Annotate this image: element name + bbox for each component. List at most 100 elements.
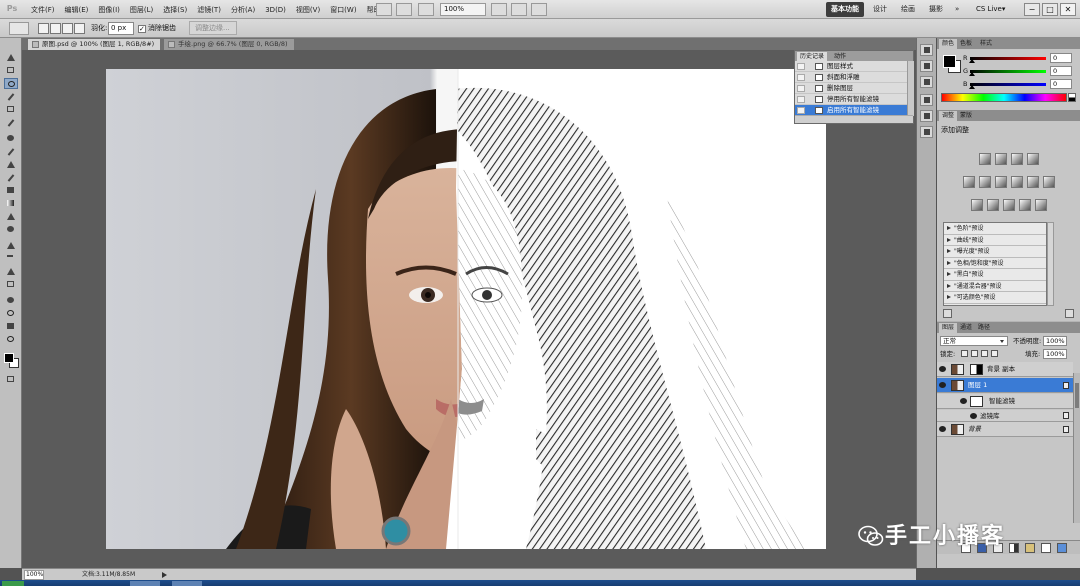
- curves-icon[interactable]: [1010, 153, 1023, 165]
- lock-transparency-icon[interactable]: [961, 350, 968, 357]
- blue-value-input[interactable]: 0: [1050, 79, 1072, 89]
- type-tool-icon[interactable]: [4, 253, 18, 264]
- lock-position-icon[interactable]: [981, 350, 988, 357]
- color-spectrum-bar[interactable]: [941, 93, 1067, 102]
- workspace-design[interactable]: 设计: [868, 2, 892, 17]
- history-step[interactable]: 斜面和浮雕: [795, 72, 907, 83]
- hand-tool-icon[interactable]: [4, 321, 18, 332]
- new-adjustment-layer-icon[interactable]: [1009, 543, 1019, 553]
- tab-layers[interactable]: 图层: [939, 323, 958, 333]
- character-panel-icon[interactable]: [920, 110, 933, 122]
- workspace-essentials[interactable]: 基本功能: [826, 2, 864, 17]
- smart-filter-mask-thumbnail[interactable]: [970, 396, 983, 407]
- foreground-color-swatch[interactable]: [943, 55, 956, 68]
- layer-1-selected[interactable]: 图层 1: [937, 378, 1073, 393]
- levels-icon[interactable]: [994, 153, 1007, 165]
- blue-channel-slider[interactable]: B 0: [963, 79, 1078, 89]
- red-thumb[interactable]: [969, 59, 975, 63]
- expand-triangle-icon[interactable]: [947, 295, 951, 299]
- foreground-color-swatch[interactable]: [4, 353, 14, 363]
- zoom-tool-icon[interactable]: [4, 334, 18, 345]
- tab-history[interactable]: 历史记录: [797, 52, 828, 61]
- menu-select[interactable]: 选择(S): [158, 5, 192, 15]
- blur-tool-icon[interactable]: [4, 211, 18, 222]
- path-selection-tool-icon[interactable]: [4, 266, 18, 277]
- history-brush-source-icon[interactable]: [797, 96, 805, 103]
- view-extras-icon[interactable]: [418, 3, 434, 16]
- layer-visibility-eye-icon[interactable]: [939, 366, 946, 372]
- expand-triangle-icon[interactable]: [947, 226, 951, 230]
- tab-sketch-png[interactable]: 手绘.png @ 66.7% (图层 0, RGB/8): [164, 39, 294, 50]
- history-brush-tool-icon[interactable]: [4, 172, 18, 183]
- expand-triangle-icon[interactable]: [947, 237, 951, 242]
- tab-paths[interactable]: 路径: [975, 323, 993, 333]
- subtract-selection-icon[interactable]: [62, 23, 73, 34]
- paragraph-panel-icon[interactable]: [920, 126, 933, 138]
- red-channel-slider[interactable]: R 0: [963, 53, 1078, 63]
- tab-color[interactable]: 颜色: [939, 39, 958, 49]
- red-track[interactable]: [970, 57, 1046, 60]
- history-brush-source-icon[interactable]: [797, 74, 805, 81]
- close-tab-icon[interactable]: [168, 41, 175, 48]
- history-step[interactable]: 图层样式: [795, 61, 907, 72]
- pen-tool-icon[interactable]: [4, 240, 18, 251]
- history-brush-source-icon[interactable]: [797, 85, 805, 92]
- selective-color-icon[interactable]: [1034, 199, 1047, 211]
- layer-background[interactable]: 背景: [937, 422, 1073, 437]
- blend-mode-select[interactable]: 正常: [940, 336, 1008, 346]
- crop-tool-icon[interactable]: [4, 104, 18, 115]
- layer-visibility-eye-icon[interactable]: [939, 426, 946, 432]
- lasso-tool-preset-icon[interactable]: [9, 22, 29, 35]
- menu-file[interactable]: 文件(F): [26, 5, 60, 15]
- preset-exposure[interactable]: "曝光度"预设: [944, 246, 1046, 258]
- tab-channels[interactable]: 通道: [957, 323, 975, 333]
- red-value-input[interactable]: 0: [1050, 53, 1072, 63]
- actions-panel-icon[interactable]: [920, 60, 933, 72]
- posterize-icon[interactable]: [986, 199, 999, 211]
- history-step[interactable]: 删除图层: [795, 83, 907, 94]
- maximize-button[interactable]: □: [1042, 3, 1058, 16]
- taskbar-app-button[interactable]: [172, 581, 202, 586]
- lock-all-icon[interactable]: [991, 350, 998, 357]
- layers-scroll-thumb[interactable]: [1075, 383, 1079, 408]
- filter-visibility-eye-icon[interactable]: [970, 413, 977, 419]
- smart-filters-row[interactable]: 智能滤镜: [937, 394, 1073, 409]
- green-channel-slider[interactable]: G 0: [963, 66, 1078, 76]
- hand-tool-icon[interactable]: [491, 3, 507, 16]
- presets-scrollbar[interactable]: [1047, 222, 1054, 306]
- move-tool-icon[interactable]: [4, 52, 18, 63]
- exposure-icon[interactable]: [1026, 153, 1039, 165]
- history-brush-source-icon[interactable]: [797, 63, 805, 70]
- vibrance-icon[interactable]: [962, 176, 975, 188]
- green-track[interactable]: [970, 70, 1046, 73]
- tab-original-psd[interactable]: 原图.psd @ 100% (图层 1, RGB/8#): [28, 39, 161, 50]
- layers-scrollbar[interactable]: [1073, 373, 1080, 523]
- healing-brush-tool-icon[interactable]: [4, 133, 18, 144]
- workspace-painting[interactable]: 绘画: [896, 2, 920, 17]
- clone-stamp-tool-icon[interactable]: [4, 159, 18, 170]
- preset-black-white[interactable]: "黑白"预设: [944, 269, 1046, 281]
- dodge-tool-icon[interactable]: [4, 224, 18, 235]
- menu-image[interactable]: 图像(I): [93, 5, 125, 15]
- refine-edge-button[interactable]: 调整边缘...: [189, 21, 237, 35]
- layer-mask-thumbnail[interactable]: [970, 364, 983, 375]
- menu-view[interactable]: 视图(V): [291, 5, 325, 15]
- workspace-more-icon[interactable]: »: [950, 2, 964, 17]
- eyedropper-tool-icon[interactable]: [4, 117, 18, 128]
- intersect-selection-icon[interactable]: [74, 23, 85, 34]
- black-white-icon[interactable]: [1010, 176, 1023, 188]
- add-to-selection-icon[interactable]: [50, 23, 61, 34]
- filter-blending-options-icon[interactable]: [1063, 412, 1069, 419]
- expand-triangle-icon[interactable]: [947, 249, 951, 253]
- lasso-tool-icon[interactable]: [4, 78, 18, 89]
- close-tab-icon[interactable]: [32, 41, 39, 48]
- color-balance-icon[interactable]: [994, 176, 1007, 188]
- expand-triangle-icon[interactable]: [947, 283, 951, 288]
- photo-filter-icon[interactable]: [1026, 176, 1039, 188]
- history-panel-icon[interactable]: [920, 44, 933, 56]
- expand-triangle-icon[interactable]: [947, 272, 951, 276]
- taskbar-app-button[interactable]: [130, 581, 160, 586]
- opacity-input[interactable]: 100%: [1043, 336, 1067, 346]
- shape-tool-icon[interactable]: [4, 279, 18, 290]
- clip-to-layer-icon[interactable]: [943, 309, 952, 318]
